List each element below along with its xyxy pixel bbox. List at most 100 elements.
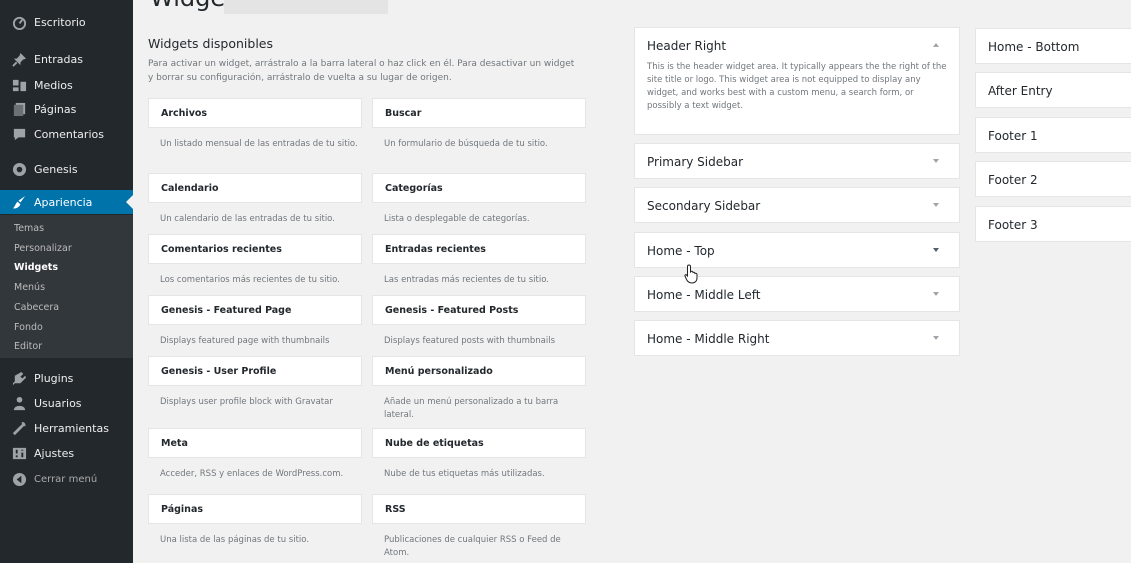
widget-card-title[interactable]: Entradas recientes — [372, 234, 586, 264]
submenu-header[interactable]: Cabecera — [14, 301, 59, 315]
widget-area-header-right[interactable]: Header Right This is the header widget a… — [634, 27, 960, 135]
menu-dashboard[interactable]: Escritorio — [0, 10, 133, 34]
collapse-menu-button[interactable]: Cerrar menú — [0, 467, 133, 491]
dashboard-icon — [11, 14, 27, 30]
widget-card-title[interactable]: Meta — [148, 428, 362, 458]
chevron-down-icon[interactable] — [933, 292, 939, 296]
widget-area-primary-sidebar[interactable]: Primary Sidebar — [634, 143, 960, 179]
media-icon — [11, 77, 27, 93]
widget-card-description: Displays featured page with thumbnails — [160, 336, 330, 346]
menu-label: Medios — [34, 78, 73, 92]
widget-area-home-bottom[interactable]: Home - Bottom — [975, 28, 1131, 64]
menu-genesis[interactable]: Genesis — [0, 157, 133, 181]
users-icon — [11, 395, 27, 411]
widget-card-description: Acceder, RSS y enlaces de WordPress.com. — [160, 469, 344, 479]
widget-area-description: This is the header widget area. It typic… — [647, 62, 947, 111]
chevron-down-icon[interactable] — [933, 159, 939, 163]
menu-users[interactable]: Usuarios — [0, 391, 133, 415]
widget-card-description: Los comentarios más recientes de tu siti… — [160, 275, 340, 285]
widget-card-description: Un listado mensual de las entradas de tu… — [160, 139, 358, 149]
widget-area-title: Primary Sidebar — [647, 155, 744, 169]
chevron-up-icon[interactable] — [933, 43, 939, 47]
widget-area-secondary-sidebar[interactable]: Secondary Sidebar — [634, 187, 960, 223]
widget-card-title[interactable]: Calendario — [148, 173, 362, 203]
widget-card-description: Las entradas más recientes de tu sitio. — [384, 275, 549, 285]
menu-settings[interactable]: Ajustes — [0, 441, 133, 465]
chevron-down-icon[interactable] — [933, 203, 939, 207]
menu-label: Cerrar menú — [34, 473, 98, 485]
widget-card-title[interactable]: Buscar — [372, 98, 586, 128]
widget-card-description: Displays user profile block with Gravata… — [160, 397, 333, 407]
menu-label: Apariencia — [34, 195, 93, 209]
widget-card-description: Un formulario de búsqueda de tu sitio. — [384, 139, 548, 149]
menu-label: Páginas — [34, 102, 77, 116]
menu-tools[interactable]: Herramientas — [0, 416, 133, 440]
manage-live-preview-button[interactable] — [224, 0, 388, 14]
submenu-themes[interactable]: Temas — [14, 222, 44, 236]
available-widgets-description: Para activar un widget, arrástralo a la … — [148, 59, 575, 83]
widget-card-description: Un calendario de las entradas de tu siti… — [160, 214, 335, 224]
widget-area-title: Header Right — [647, 39, 727, 53]
submenu-menus[interactable]: Menús — [14, 281, 45, 295]
widget-area-footer-1[interactable]: Footer 1 — [975, 117, 1131, 153]
hand-cursor-icon — [684, 264, 698, 284]
widget-area-after-entry[interactable]: After Entry — [975, 72, 1131, 108]
menu-label: Entradas — [34, 52, 83, 66]
comments-icon — [11, 126, 27, 142]
submenu-editor[interactable]: Editor — [14, 340, 42, 354]
widget-area-footer-2[interactable]: Footer 2 — [975, 161, 1131, 197]
menu-label: Plugins — [34, 371, 74, 385]
menu-plugins[interactable]: Plugins — [0, 366, 133, 390]
widget-card-description: Nube de tus etiquetas más utilizadas. — [384, 469, 545, 479]
tools-icon — [11, 420, 27, 436]
widget-area-home-middle-right[interactable]: Home - Middle Right — [634, 320, 960, 356]
widget-area-title: Footer 1 — [988, 129, 1038, 143]
menu-comments[interactable]: Comentarios — [0, 122, 133, 146]
widget-card-description: Displays featured posts with thumbnails — [384, 336, 556, 346]
menu-pages[interactable]: Páginas — [0, 97, 133, 121]
widget-card-title[interactable]: Páginas — [148, 494, 362, 524]
submenu-background[interactable]: Fondo — [14, 321, 43, 335]
widget-card-description: Una lista de las páginas de tu sitio. — [160, 535, 310, 545]
widget-area-home-middle-left[interactable]: Home - Middle Left — [634, 276, 960, 312]
menu-label: Escritorio — [34, 15, 86, 29]
widget-card-title[interactable]: Comentarios recientes — [148, 234, 362, 264]
widget-area-home-top[interactable]: Home - Top — [634, 232, 960, 268]
submenu-widgets[interactable]: Widgets — [14, 261, 58, 275]
menu-posts[interactable]: Entradas — [0, 47, 133, 71]
widget-card-title[interactable]: Nube de etiquetas — [372, 428, 586, 458]
settings-icon — [11, 445, 27, 461]
submenu-customize[interactable]: Personalizar — [14, 242, 72, 256]
genesis-icon — [11, 161, 27, 177]
widget-area-title: Home - Top — [647, 244, 715, 258]
widget-card-title[interactable]: Categorías — [372, 173, 586, 203]
widget-area-title: Secondary Sidebar — [647, 199, 761, 213]
widget-area-title: After Entry — [988, 84, 1053, 98]
widget-card-description: Añade un menú personalizado a tu barra l… — [384, 397, 559, 420]
widget-area-title: Footer 3 — [988, 218, 1038, 232]
admin-sidebar: Escritorio Entradas Medios Páginas Comen… — [0, 0, 133, 563]
widget-area-title: Home - Bottom — [988, 40, 1080, 54]
menu-label: Ajustes — [34, 446, 75, 460]
widget-card-title[interactable]: Genesis - Featured Page — [148, 295, 362, 325]
widget-card-title[interactable]: Genesis - User Profile — [148, 356, 362, 386]
widget-card-description: Publicaciones de cualquier RSS o Feed de… — [384, 535, 561, 558]
widget-area-footer-3[interactable]: Footer 3 — [975, 206, 1131, 242]
widget-card-title[interactable]: Archivos — [148, 98, 362, 128]
widget-card-title[interactable]: Genesis - Featured Posts — [372, 295, 586, 325]
menu-appearance[interactable]: Apariencia — [0, 190, 133, 214]
widget-area-title: Home - Middle Right — [647, 332, 770, 346]
pushpin-icon — [11, 51, 27, 67]
widget-area-title: Home - Middle Left — [647, 288, 761, 302]
chevron-down-icon[interactable] — [933, 248, 939, 252]
plugins-icon — [11, 370, 27, 386]
widget-card-title[interactable]: RSS — [372, 494, 586, 524]
widget-card-title[interactable]: Menú personalizado — [372, 356, 586, 386]
widget-card-description: Lista o desplegable de categorías. — [384, 214, 530, 224]
appearance-icon — [11, 194, 27, 210]
menu-label: Usuarios — [34, 396, 82, 410]
chevron-down-icon[interactable] — [933, 336, 939, 340]
menu-label: Comentarios — [34, 127, 104, 141]
collapse-icon — [11, 471, 27, 487]
menu-media[interactable]: Medios — [0, 73, 133, 97]
